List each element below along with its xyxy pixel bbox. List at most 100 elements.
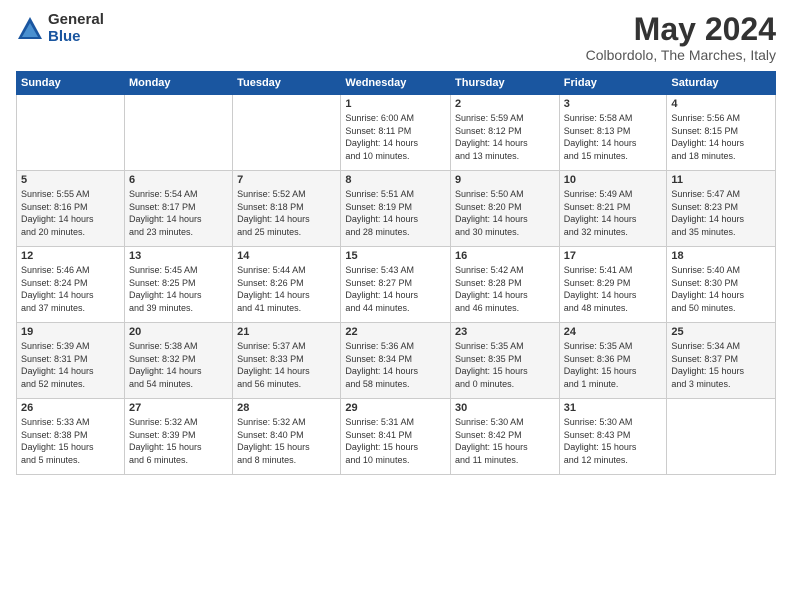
calendar-header-friday: Friday <box>559 72 667 95</box>
calendar-cell: 27Sunrise: 5:32 AMSunset: 8:39 PMDayligh… <box>124 399 232 475</box>
calendar-cell: 9Sunrise: 5:50 AMSunset: 8:20 PMDaylight… <box>451 171 560 247</box>
day-info: Sunrise: 5:58 AMSunset: 8:13 PMDaylight:… <box>564 112 663 162</box>
day-number: 5 <box>21 174 120 186</box>
calendar-cell: 29 Sunrise: 5:31 AMSunset: 8:41 PMDayligh… <box>341 399 451 475</box>
day-info: Sunrise: 5:39 AMSunset: 8:31 PMDaylight:… <box>21 340 120 390</box>
calendar-cell: 8Sunrise: 5:51 AMSunset: 8:19 PMDaylight… <box>341 171 451 247</box>
day-number: 16 <box>455 250 555 262</box>
day-info: Sunrise: 5:55 AMSunset: 8:16 PMDaylight:… <box>21 188 120 238</box>
day-number: 6 <box>129 174 228 186</box>
day-info: Sunrise: 5:38 AMSunset: 8:32 PMDaylight:… <box>129 340 228 390</box>
day-number: 11 <box>671 174 771 186</box>
calendar-cell <box>667 399 776 475</box>
calendar-header-sunday: Sunday <box>17 72 125 95</box>
calendar-cell: 4Sunrise: 5:56 AMSunset: 8:15 PMDaylight… <box>667 95 776 171</box>
calendar-header-row: SundayMondayTuesdayWednesdayThursdayFrid… <box>17 72 776 95</box>
day-info: Sunrise: 5:33 AMSunset: 8:38 PMDaylight:… <box>21 416 120 466</box>
day-info: Sunrise: 5:30 AMSunset: 8:43 PMDaylight:… <box>564 416 663 466</box>
calendar-header-monday: Monday <box>124 72 232 95</box>
calendar-week-row: 1 Sunrise: 6:00 AMSunset: 8:11 PMDaylight… <box>17 95 776 171</box>
calendar: SundayMondayTuesdayWednesdayThursdayFrid… <box>16 71 776 475</box>
calendar-header-saturday: Saturday <box>667 72 776 95</box>
day-info: Sunrise: 5:40 AMSunset: 8:30 PMDaylight:… <box>671 264 771 314</box>
day-number: 29 <box>345 402 446 414</box>
calendar-cell: 31 Sunrise: 5:30 AMSunset: 8:43 PMDayligh… <box>559 399 667 475</box>
day-info: Sunrise: 5:32 AMSunset: 8:40 PMDaylight:… <box>237 416 336 466</box>
calendar-cell: 2 Sunrise: 5:59 AMSunset: 8:12 PMDaylight… <box>451 95 560 171</box>
calendar-cell: 16 Sunrise: 5:42 AMSunset: 8:28 PMDayligh… <box>451 247 560 323</box>
calendar-cell <box>17 95 125 171</box>
calendar-cell: 30 Sunrise: 5:30 AMSunset: 8:42 PMDayligh… <box>451 399 560 475</box>
day-number: 21 <box>237 326 336 338</box>
calendar-cell: 26 Sunrise: 5:33 AMSunset: 8:38 PMDayligh… <box>17 399 125 475</box>
calendar-cell: 25 Sunrise: 5:34 AMSunset: 8:37 PMDayligh… <box>667 323 776 399</box>
calendar-header-wednesday: Wednesday <box>341 72 451 95</box>
day-info: Sunrise: 5:47 AMSunset: 8:23 PMDaylight:… <box>671 188 771 238</box>
calendar-cell <box>233 95 341 171</box>
calendar-cell: 3 Sunrise: 5:58 AMSunset: 8:13 PMDaylight… <box>559 95 667 171</box>
calendar-cell: 18Sunrise: 5:40 AMSunset: 8:30 PMDayligh… <box>667 247 776 323</box>
day-info: Sunrise: 5:35 AMSunset: 8:35 PMDaylight:… <box>455 340 555 390</box>
day-number: 10 <box>564 174 663 186</box>
logo-general: General <box>48 12 104 29</box>
title-block: May 2024 Colbordolo, The Marches, Italy <box>586 12 776 63</box>
calendar-cell: 28Sunrise: 5:32 AMSunset: 8:40 PMDayligh… <box>233 399 341 475</box>
day-info: Sunrise: 6:00 AMSunset: 8:11 PMDaylight:… <box>345 112 446 162</box>
day-number: 25 <box>671 326 771 338</box>
calendar-cell: 23 Sunrise: 5:35 AMSunset: 8:35 PMDayligh… <box>451 323 560 399</box>
calendar-cell: 20Sunrise: 5:38 AMSunset: 8:32 PMDayligh… <box>124 323 232 399</box>
day-info: Sunrise: 5:31 AMSunset: 8:41 PMDaylight:… <box>345 416 446 466</box>
calendar-header-thursday: Thursday <box>451 72 560 95</box>
subtitle: Colbordolo, The Marches, Italy <box>586 47 776 63</box>
calendar-cell: 17Sunrise: 5:41 AMSunset: 8:29 PMDayligh… <box>559 247 667 323</box>
day-info: Sunrise: 5:52 AMSunset: 8:18 PMDaylight:… <box>237 188 336 238</box>
day-number: 1 <box>345 98 446 110</box>
logo-icon <box>16 15 44 43</box>
logo-text: General Blue <box>48 12 104 45</box>
day-number: 7 <box>237 174 336 186</box>
day-info: Sunrise: 5:42 AMSunset: 8:28 PMDaylight:… <box>455 264 555 314</box>
day-info: Sunrise: 5:37 AMSunset: 8:33 PMDaylight:… <box>237 340 336 390</box>
calendar-cell: 11 Sunrise: 5:47 AMSunset: 8:23 PMDayligh… <box>667 171 776 247</box>
day-info: Sunrise: 5:43 AMSunset: 8:27 PMDaylight:… <box>345 264 446 314</box>
day-number: 9 <box>455 174 555 186</box>
day-info: Sunrise: 5:56 AMSunset: 8:15 PMDaylight:… <box>671 112 771 162</box>
day-number: 23 <box>455 326 555 338</box>
calendar-cell: 12Sunrise: 5:46 AMSunset: 8:24 PMDayligh… <box>17 247 125 323</box>
day-info: Sunrise: 5:36 AMSunset: 8:34 PMDaylight:… <box>345 340 446 390</box>
day-number: 14 <box>237 250 336 262</box>
day-number: 19 <box>21 326 120 338</box>
day-number: 30 <box>455 402 555 414</box>
calendar-cell: 13 Sunrise: 5:45 AMSunset: 8:25 PMDayligh… <box>124 247 232 323</box>
day-info: Sunrise: 5:30 AMSunset: 8:42 PMDaylight:… <box>455 416 555 466</box>
calendar-cell: 19 Sunrise: 5:39 AMSunset: 8:31 PMDayligh… <box>17 323 125 399</box>
calendar-cell: 15 Sunrise: 5:43 AMSunset: 8:27 PMDayligh… <box>341 247 451 323</box>
day-info: Sunrise: 5:34 AMSunset: 8:37 PMDaylight:… <box>671 340 771 390</box>
calendar-cell: 24 Sunrise: 5:35 AMSunset: 8:36 PMDayligh… <box>559 323 667 399</box>
day-info: Sunrise: 5:45 AMSunset: 8:25 PMDaylight:… <box>129 264 228 314</box>
day-number: 15 <box>345 250 446 262</box>
day-info: Sunrise: 5:59 AMSunset: 8:12 PMDaylight:… <box>455 112 555 162</box>
calendar-cell <box>124 95 232 171</box>
calendar-cell: 6 Sunrise: 5:54 AMSunset: 8:17 PMDaylight… <box>124 171 232 247</box>
calendar-cell: 22Sunrise: 5:36 AMSunset: 8:34 PMDayligh… <box>341 323 451 399</box>
day-number: 12 <box>21 250 120 262</box>
day-info: Sunrise: 5:51 AMSunset: 8:19 PMDaylight:… <box>345 188 446 238</box>
calendar-cell: 1 Sunrise: 6:00 AMSunset: 8:11 PMDaylight… <box>341 95 451 171</box>
day-number: 2 <box>455 98 555 110</box>
page: General Blue May 2024 Colbordolo, The Ma… <box>0 0 792 612</box>
logo: General Blue <box>16 12 104 45</box>
day-number: 3 <box>564 98 663 110</box>
calendar-week-row: 12Sunrise: 5:46 AMSunset: 8:24 PMDayligh… <box>17 247 776 323</box>
day-number: 13 <box>129 250 228 262</box>
day-number: 31 <box>564 402 663 414</box>
calendar-cell: 10Sunrise: 5:49 AMSunset: 8:21 PMDayligh… <box>559 171 667 247</box>
calendar-cell: 5 Sunrise: 5:55 AMSunset: 8:16 PMDaylight… <box>17 171 125 247</box>
day-number: 24 <box>564 326 663 338</box>
day-number: 26 <box>21 402 120 414</box>
calendar-week-row: 19 Sunrise: 5:39 AMSunset: 8:31 PMDayligh… <box>17 323 776 399</box>
day-info: Sunrise: 5:54 AMSunset: 8:17 PMDaylight:… <box>129 188 228 238</box>
calendar-cell: 14Sunrise: 5:44 AMSunset: 8:26 PMDayligh… <box>233 247 341 323</box>
calendar-cell: 21 Sunrise: 5:37 AMSunset: 8:33 PMDayligh… <box>233 323 341 399</box>
day-info: Sunrise: 5:35 AMSunset: 8:36 PMDaylight:… <box>564 340 663 390</box>
